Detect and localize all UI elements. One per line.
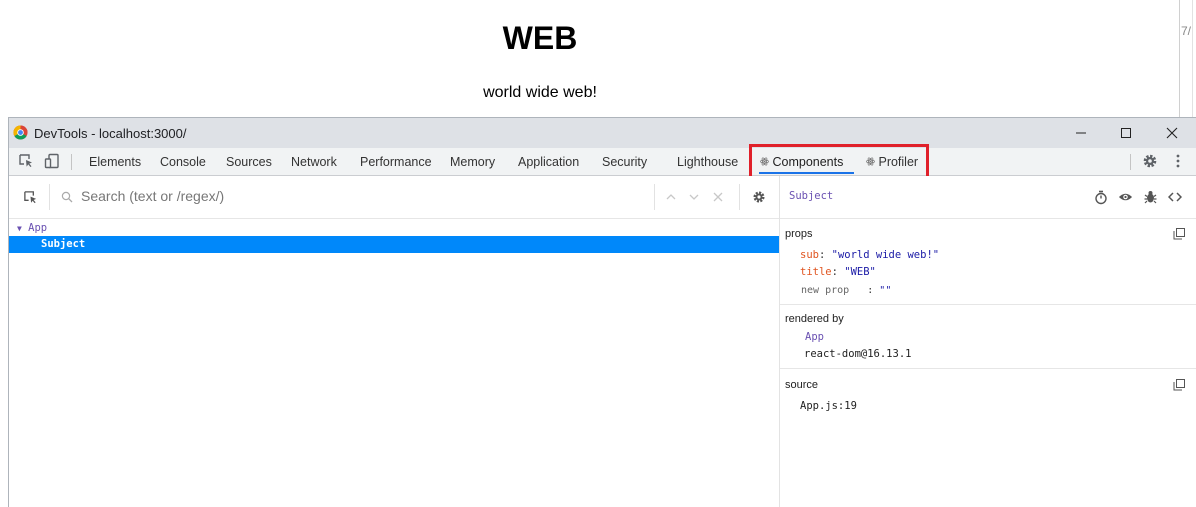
prop-value[interactable]: "WEB" (844, 266, 876, 278)
new-prop-key-input[interactable]: new prop (801, 285, 849, 296)
stopwatch-icon[interactable] (1094, 190, 1108, 205)
toolbar-separator (739, 184, 740, 210)
section-divider (780, 304, 1196, 305)
settings-gear-icon[interactable] (1142, 153, 1158, 169)
tree-node-subject-label: Subject (41, 238, 86, 250)
tab-elements[interactable]: Elements (89, 155, 141, 169)
section-divider (780, 368, 1196, 369)
source-section-title: source (785, 379, 819, 391)
maximize-icon (1121, 128, 1131, 138)
copy-icon[interactable] (1173, 228, 1185, 240)
tab-network[interactable]: Network (291, 155, 337, 169)
device-toolbar-icon[interactable] (44, 153, 60, 169)
prop-row[interactable]: title: "WEB" (800, 266, 876, 278)
devtools-tab-bar: Elements Console Sources Network Perform… (9, 148, 1196, 176)
tab-application[interactable]: Application (518, 155, 579, 169)
prop-key: title (800, 266, 832, 278)
tree-search-bar (9, 176, 779, 219)
renderer-version: react-dom@16.13.1 (804, 348, 912, 360)
new-prop-separator: : (867, 285, 874, 296)
inspector-header: Subject (780, 176, 1196, 219)
settings-gear-icon[interactable] (752, 190, 766, 204)
next-result-icon[interactable] (689, 193, 699, 201)
component-inspector-panel: Subject props sub: "world wide web!" tit… (780, 176, 1196, 507)
toolbar-separator (654, 184, 655, 210)
select-element-icon[interactable] (23, 190, 38, 205)
title-bar: DevTools - localhost:3000/ (9, 118, 1196, 148)
owner-app-link[interactable]: App (805, 331, 824, 343)
tab-security[interactable]: Security (602, 155, 647, 169)
prop-row[interactable]: sub: "world wide web!" (800, 249, 939, 261)
tree-node-app[interactable]: ▼ App (17, 222, 47, 234)
tab-performance[interactable]: Performance (360, 155, 432, 169)
tree-node-app-label: App (28, 222, 48, 234)
toolbar-separator (1130, 154, 1131, 170)
more-options-icon[interactable] (1170, 153, 1186, 169)
toolbar-separator (49, 184, 50, 210)
tab-memory[interactable]: Memory (450, 155, 495, 169)
view-source-icon[interactable] (1168, 192, 1182, 202)
tab-sources[interactable]: Sources (226, 155, 272, 169)
minimize-icon (1076, 132, 1086, 134)
search-input[interactable] (81, 188, 641, 204)
inspect-element-icon[interactable] (18, 153, 34, 169)
close-button[interactable] (1149, 118, 1195, 148)
rendered-by-section-title: rendered by (785, 313, 844, 325)
bug-icon[interactable] (1144, 190, 1157, 204)
selected-component-name: Subject (789, 190, 834, 202)
source-location-link[interactable]: App.js:19 (800, 400, 857, 412)
tab-console[interactable]: Console (160, 155, 206, 169)
new-prop-row[interactable]: new prop : "" (801, 285, 891, 296)
component-tree-panel: ▼ App Subject (9, 176, 780, 507)
minimize-button[interactable] (1058, 118, 1104, 148)
page-clipped-text: 7/ (1181, 24, 1192, 38)
new-prop-value-input[interactable]: "" (879, 285, 891, 296)
devtools-window: DevTools - localhost:3000/ Elements Cons… (8, 117, 1196, 507)
prop-key: sub (800, 249, 819, 261)
props-section-title: props (785, 228, 813, 240)
webpage-viewport: WEB world wide web! 7/ (0, 0, 1193, 118)
prop-value[interactable]: "world wide web!" (832, 249, 939, 261)
tab-lighthouse[interactable]: Lighthouse (677, 155, 738, 169)
previous-result-icon[interactable] (666, 193, 676, 201)
page-divider (1192, 0, 1193, 118)
eye-icon[interactable] (1118, 191, 1133, 203)
window-title: DevTools - localhost:3000/ (34, 126, 187, 141)
close-icon (1166, 127, 1178, 139)
page-divider (1179, 0, 1180, 118)
chrome-logo-icon (13, 125, 28, 140)
expand-arrow-icon[interactable]: ▼ (17, 224, 22, 233)
page-heading: WEB (502, 20, 578, 56)
copy-icon[interactable] (1173, 379, 1185, 391)
annotation-highlight-box (749, 144, 929, 179)
maximize-button[interactable] (1103, 118, 1149, 148)
page-subtitle: world wide web! (483, 84, 597, 101)
clear-search-icon[interactable] (713, 192, 723, 202)
tree-node-selected[interactable]: Subject (9, 236, 779, 253)
toolbar-separator (71, 154, 72, 170)
search-icon (61, 191, 73, 203)
